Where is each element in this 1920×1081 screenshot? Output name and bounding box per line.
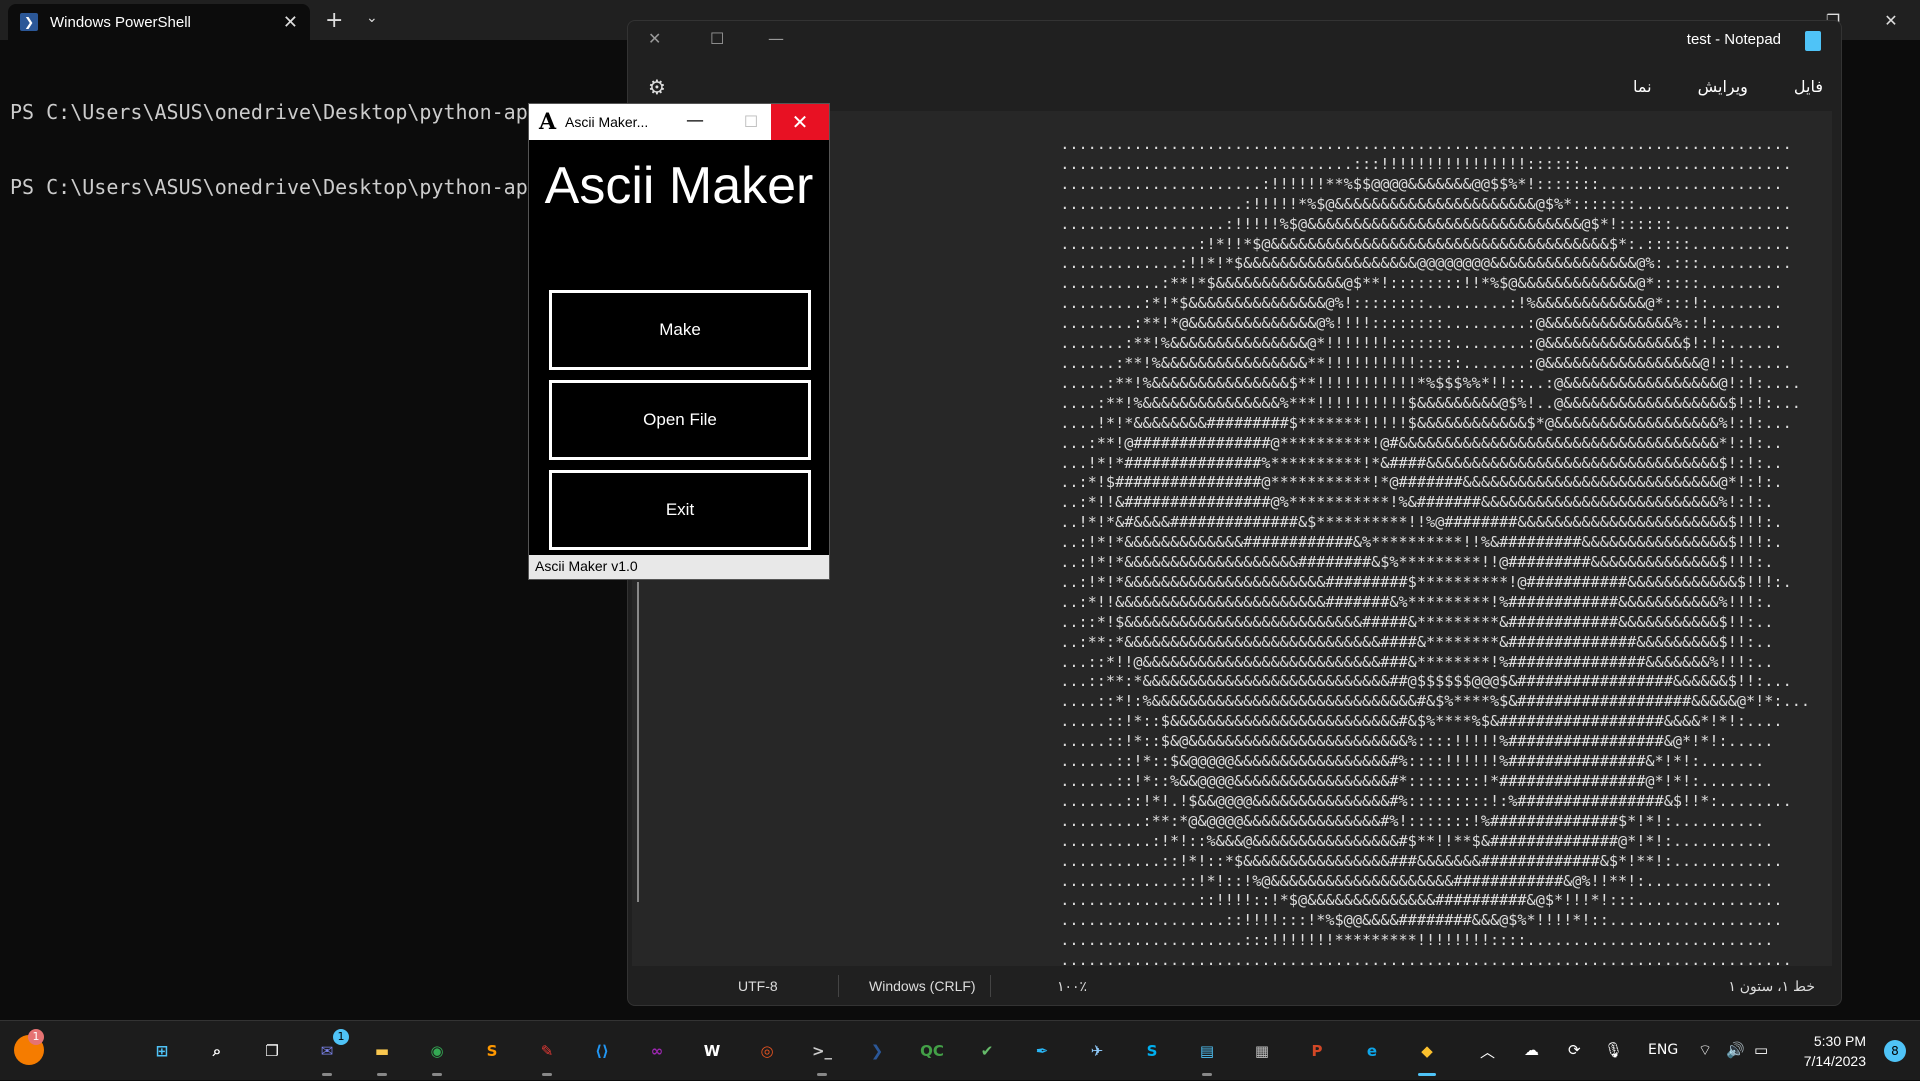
edge-icon[interactable]: e	[1356, 1035, 1388, 1067]
language-indicator[interactable]: ENG	[1648, 1042, 1678, 1058]
chrome-icon[interactable]: ◉	[421, 1035, 453, 1067]
sublime-text-icon[interactable]: S	[476, 1035, 508, 1067]
maximize-icon: ☐	[743, 112, 759, 131]
onedrive-icon[interactable]: ☁	[1524, 1041, 1539, 1059]
bird-app-icon[interactable]: ✈	[1081, 1035, 1113, 1067]
notepad-titlebar: ✕ ☐ — test - Notepad	[628, 21, 1841, 61]
chevron-up-icon[interactable]: ︿	[1480, 1041, 1495, 1062]
visual-studio-icon[interactable]: ∞	[641, 1035, 673, 1067]
status-encoding: UTF-8	[738, 978, 778, 994]
running-indicator	[377, 1073, 387, 1076]
make-button[interactable]: Make	[549, 290, 811, 370]
powershell-icon[interactable]: ❯	[861, 1035, 893, 1067]
powerpoint-icon[interactable]: P	[1301, 1035, 1333, 1067]
ubuntu-icon[interactable]: ◎	[751, 1035, 783, 1067]
ascii-maker-titlebar: A Ascii Maker... — ☐ ✕	[529, 104, 829, 140]
notepad-icon[interactable]: ▤	[1191, 1035, 1223, 1067]
graph-app-icon[interactable]: ✔	[971, 1035, 1003, 1067]
notepad-app-icon	[1805, 31, 1821, 51]
notepad-menubar: ⚙ فایل ویرایش نما	[628, 67, 1841, 107]
close-tab-icon[interactable]: ✕	[283, 12, 298, 33]
terminal-tab[interactable]: ❯ Windows PowerShell ✕	[8, 4, 310, 40]
minimize-icon[interactable]: —	[673, 106, 717, 138]
drawing-app-icon[interactable]: ✎	[531, 1035, 563, 1067]
menu-list: فایل ویرایش نما	[1633, 77, 1823, 96]
running-indicator	[817, 1073, 827, 1076]
ascii-art-text: ........................................…	[1060, 135, 1810, 966]
wifi-icon[interactable]: ⌔	[1698, 1041, 1712, 1060]
microphone-icon[interactable]: 🎙	[1604, 1041, 1623, 1059]
task-view-icon[interactable]: ❐	[256, 1035, 288, 1067]
search-icon[interactable]: ⌕	[201, 1035, 233, 1067]
clock[interactable]: 5:30 PM 7/14/2023	[1804, 1031, 1866, 1071]
new-tab-icon[interactable]: +	[325, 8, 343, 33]
exit-button[interactable]: Exit	[549, 470, 811, 550]
minimize-icon[interactable]: —	[768, 29, 784, 48]
pen-app-icon[interactable]: ✒	[1026, 1035, 1058, 1067]
sync-icon[interactable]: ⟳	[1568, 1041, 1581, 1059]
chat-badge: 1	[333, 1029, 349, 1045]
terminal-scrollbar[interactable]	[637, 582, 639, 902]
close-icon[interactable]: ✕	[648, 29, 661, 48]
running-indicator	[1202, 1073, 1212, 1076]
app-logo-icon: A	[539, 109, 557, 135]
volume-icon[interactable]: 🔊	[1726, 1041, 1745, 1059]
taskbar: ⊞ ⌕ ❐ ✉ ▬ ◉ S ✎ ⟨⟩ ∞ W ◎ >_ ❯ QC ✔ ✒ ✈ S ▤ ▦ Pe ◆ 1 ︿ ☁ ⟳ 🎙 ENG…	[0, 1020, 1920, 1080]
menu-file[interactable]: فایل	[1794, 77, 1823, 96]
running-indicator	[432, 1073, 442, 1076]
clock-time: 5:30 PM	[1813, 1033, 1866, 1049]
close-icon[interactable]: ✕	[771, 104, 829, 140]
running-indicator	[1418, 1073, 1436, 1076]
powershell-icon: ❯	[20, 13, 38, 31]
status-zoom: ۱۰۰٪	[1057, 978, 1088, 994]
maximize-icon[interactable]: ☐	[710, 29, 724, 48]
notepad-title: test - Notepad	[1686, 31, 1781, 48]
running-indicator	[322, 1073, 332, 1076]
word-app-icon[interactable]: W	[696, 1035, 728, 1067]
vscode-icon[interactable]: ⟨⟩	[586, 1035, 618, 1067]
close-icon[interactable]: ✕	[1862, 0, 1920, 40]
battery-icon[interactable]: ▭	[1754, 1041, 1768, 1059]
skype-icon[interactable]: S	[1136, 1035, 1168, 1067]
menu-edit[interactable]: ویرایش	[1698, 77, 1748, 96]
gear-icon[interactable]: ⚙	[648, 75, 666, 99]
database-icon[interactable]: ▦	[1246, 1035, 1278, 1067]
system-tray: ︿ ☁ ⟳ 🎙 ENG ⌔ 🔊 ▭ 5:30 PM 7/14/2023 8	[1460, 1021, 1920, 1081]
running-indicator	[542, 1073, 552, 1076]
clock-date: 7/14/2023	[1803, 1053, 1866, 1069]
app-heading: Ascii Maker	[544, 157, 814, 215]
notification-badge[interactable]: 8	[1884, 1040, 1906, 1062]
app-status-bar: Ascii Maker v1.0	[529, 555, 829, 579]
qc-app-icon[interactable]: QC	[916, 1035, 948, 1067]
widget-badge: 1	[28, 1029, 44, 1045]
file-explorer-icon[interactable]: ▬	[366, 1035, 398, 1067]
windows-start-icon[interactable]: ⊞	[146, 1035, 178, 1067]
status-divider	[838, 975, 839, 997]
chevron-down-icon[interactable]: ⌄	[366, 10, 378, 26]
menu-view[interactable]: نما	[1633, 77, 1652, 96]
status-position: خط ۱، ستون ۱	[1728, 978, 1815, 994]
ascii-maker-window: A Ascii Maker... — ☐ ✕ Ascii Maker Make …	[528, 103, 830, 580]
python-icon[interactable]: ◆	[1411, 1035, 1443, 1067]
status-divider	[990, 975, 991, 997]
terminal-icon[interactable]: >_	[806, 1035, 838, 1067]
notepad-statusbar: UTF-8 Windows (CRLF) ۱۰۰٪ خط ۱، ستون ۱	[628, 967, 1841, 1005]
status-line-ending: Windows (CRLF)	[869, 978, 976, 994]
open-file-button[interactable]: Open File	[549, 380, 811, 460]
ascii-maker-title: Ascii Maker...	[565, 114, 649, 130]
terminal-tab-title: Windows PowerShell	[50, 13, 191, 31]
